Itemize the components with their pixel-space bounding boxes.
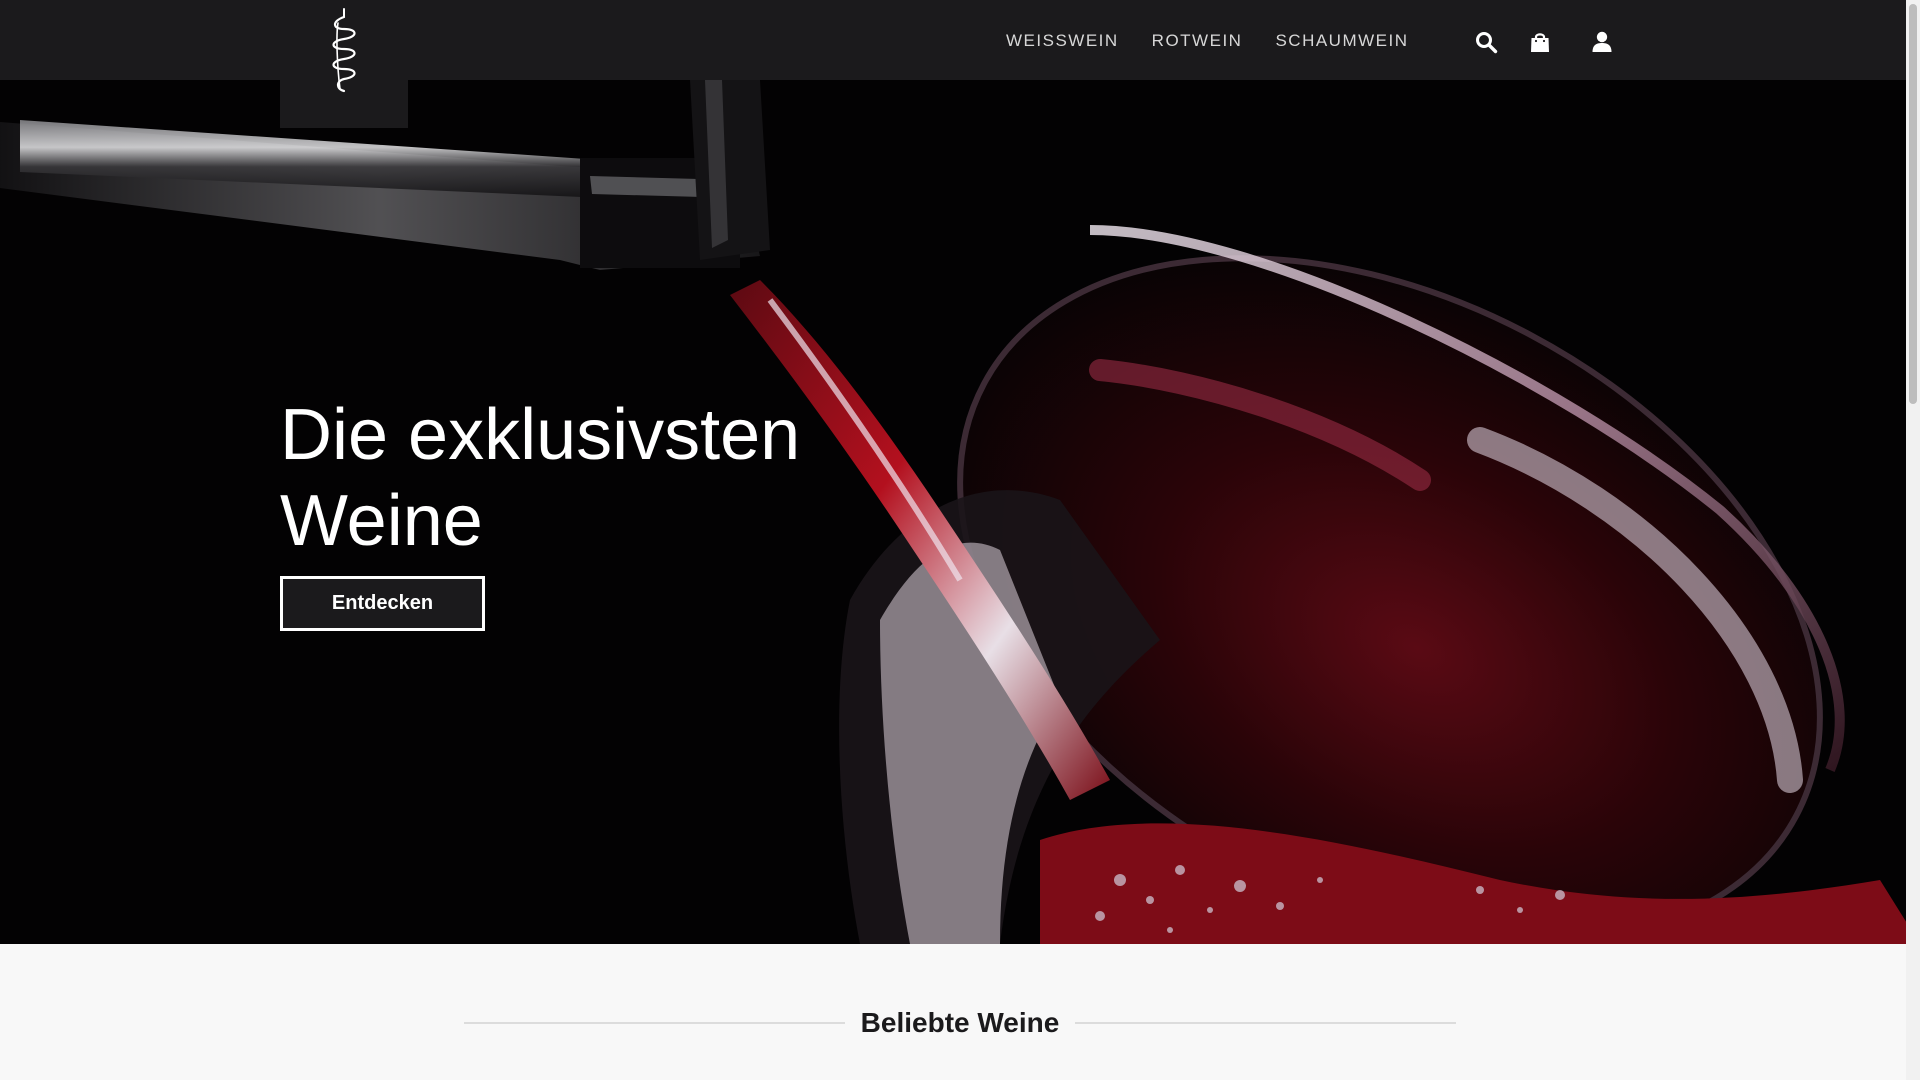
popular-wines-section: Beliebte Weine <box>0 944 1920 1080</box>
nav-item-weisswein[interactable]: WEISSWEIN <box>1006 30 1119 52</box>
section-title: Beliebte Weine <box>860 1007 1060 1038</box>
search-icon[interactable] <box>1474 30 1500 56</box>
scrollbar-thumb[interactable] <box>1909 4 1917 404</box>
nav-item-schaumwein[interactable]: SCHAUMWEIN <box>1275 30 1408 52</box>
nav-item-rotwein[interactable]: ROTWEIN <box>1152 30 1243 52</box>
user-icon[interactable] <box>1590 30 1616 56</box>
shopping-bag-icon[interactable] <box>1528 30 1554 56</box>
hero-title-line-1: Die exklusivsten <box>280 395 801 475</box>
hero-title-line-2: Weine <box>280 481 483 561</box>
main-nav: WEISSWEIN ROTWEIN SCHAUMWEIN <box>1006 30 1442 52</box>
header-icons <box>1474 30 1616 56</box>
page-scrollbar[interactable] <box>1906 0 1920 1080</box>
heading-divider-left <box>464 1022 845 1024</box>
corkscrew-logo-icon <box>332 8 356 93</box>
site-header: WEISSWEIN ROTWEIN SCHAUMWEIN <box>0 0 1920 128</box>
heading-divider-right <box>1075 1022 1456 1024</box>
page: WEISSWEIN ROTWEIN SCHAUMWEIN Die exklusi… <box>0 0 1920 1080</box>
discover-button[interactable]: Entdecken <box>280 576 485 631</box>
section-heading: Beliebte Weine <box>464 1007 1456 1038</box>
hero-banner: Die exklusivsten Weine Entdecken <box>0 80 1920 944</box>
hero-title: Die exklusivsten Weine <box>280 392 980 564</box>
logo[interactable] <box>280 0 408 128</box>
